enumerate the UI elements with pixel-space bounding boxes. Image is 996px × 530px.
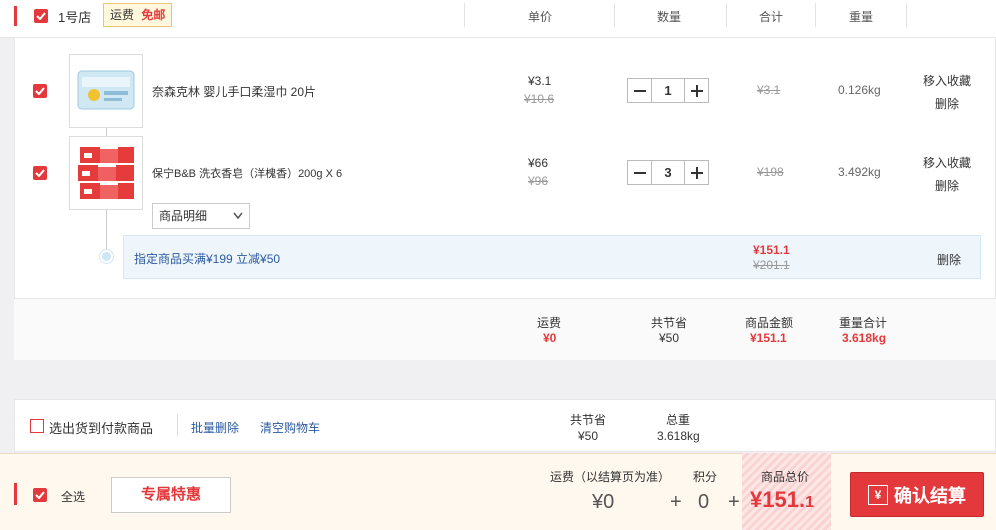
product-image[interactable] <box>69 136 143 210</box>
summary-amount-label: 商品金额 <box>745 316 794 330</box>
col-total: 合计 <box>759 10 784 24</box>
soap-package-icon <box>78 147 134 199</box>
header-divider <box>464 3 465 27</box>
footer-marker <box>14 483 17 505</box>
bar-saved-value: ¥50 <box>578 429 599 443</box>
product-image[interactable] <box>69 54 143 128</box>
item-name[interactable]: 保宁B&B 洗衣香皂（洋槐香）200g X 6 <box>152 165 342 181</box>
cod-label[interactable]: 选出货到付款商品 <box>49 418 153 437</box>
move-to-favorites-link[interactable]: 移入收藏 <box>923 154 971 171</box>
cod-checkbox[interactable] <box>30 419 44 433</box>
product-detail-dropdown[interactable]: 商品明细 <box>152 203 250 229</box>
footer-shipping-value: ¥0 <box>592 491 615 513</box>
store-checkbox[interactable] <box>34 9 48 23</box>
qty-decrease-button[interactable] <box>627 78 652 103</box>
points-label: 积分 <box>693 470 718 484</box>
checkout-button[interactable]: ¥ 确认结算 <box>850 472 984 517</box>
bar-saved-label: 共节省 <box>570 413 607 427</box>
qty-input[interactable]: 3 <box>652 160 684 185</box>
delete-item-link[interactable]: 删除 <box>935 177 959 194</box>
total-value: ¥151.1 <box>750 487 814 513</box>
shipping-badge-label: 运费 <box>110 8 135 22</box>
item-checkbox[interactable] <box>33 166 47 180</box>
summary-saved-value: ¥50 <box>659 331 680 345</box>
shipping-badge-value: 免邮 <box>141 8 166 22</box>
plus-sign: + <box>670 491 682 513</box>
total-decimal: 1 <box>805 494 814 511</box>
summary-shipping-value: ¥0 <box>543 331 557 345</box>
plus-sign: + <box>728 491 740 513</box>
header-divider <box>614 3 615 27</box>
col-price: 单价 <box>528 10 553 24</box>
batch-delete-link[interactable]: 批量删除 <box>191 419 239 436</box>
exclusive-deal-button[interactable]: 专属特惠 <box>111 477 231 513</box>
header-divider <box>815 3 816 27</box>
delete-item-link[interactable]: 删除 <box>935 95 959 112</box>
shipping-badge: 运费 免邮 <box>103 3 173 27</box>
summary-weight-label: 重量合计 <box>839 316 888 330</box>
item-price: ¥66 <box>528 156 549 170</box>
qty-decrease-button[interactable] <box>627 160 652 185</box>
summary-saved-label: 共节省 <box>651 316 688 330</box>
minus-icon <box>633 171 646 174</box>
item-price: ¥3.1 <box>528 74 552 88</box>
item-total: ¥3.1 <box>757 83 781 97</box>
header-divider <box>906 3 907 27</box>
plus-icon <box>690 166 703 179</box>
select-all-label[interactable]: 全选 <box>61 488 85 505</box>
summary-shipping-label: 运费 <box>537 316 562 330</box>
qty-increase-button[interactable] <box>684 78 709 103</box>
product-detail-label: 商品明细 <box>159 209 208 223</box>
promo-dot <box>100 250 113 263</box>
promo-orig-price: ¥201.1 <box>753 258 790 272</box>
points-value: 0 <box>698 491 710 513</box>
item-orig-price: ¥96 <box>528 174 549 188</box>
promo-price: ¥151.1 <box>753 243 790 257</box>
exclusive-deal-label: 专属特惠 <box>140 486 201 503</box>
checkout-label: 确认结算 <box>894 485 966 506</box>
col-qty: 数量 <box>657 10 682 24</box>
store-marker <box>14 6 17 26</box>
store-name[interactable]: 1号店 <box>58 7 91 26</box>
cart-actions-bar <box>14 399 996 452</box>
plus-icon <box>690 84 703 97</box>
header-divider <box>726 3 727 27</box>
item-checkbox[interactable] <box>33 84 47 98</box>
footer-shipping-label: 运费（以结算页为准） <box>550 470 671 484</box>
clear-cart-link[interactable]: 清空购物车 <box>260 419 320 436</box>
promo-delete-link[interactable]: 删除 <box>937 251 961 268</box>
item-weight: 0.126kg <box>838 83 881 97</box>
summary-amount-value: ¥151.1 <box>750 331 787 345</box>
bar-weight-value: 3.618kg <box>657 429 700 443</box>
total-main: ¥151. <box>750 487 806 512</box>
item-weight: 3.492kg <box>838 165 881 179</box>
item-name[interactable]: 奈森克林 婴儿手口柔湿巾 20片 <box>152 83 316 100</box>
yuan-icon: ¥ <box>868 484 888 505</box>
move-to-favorites-link[interactable]: 移入收藏 <box>923 72 971 89</box>
col-weight: 重量 <box>849 10 874 24</box>
wipes-package-icon <box>77 70 135 110</box>
chevron-down-icon <box>233 212 243 220</box>
item-total: ¥198 <box>757 165 784 179</box>
select-all-checkbox[interactable] <box>33 488 47 502</box>
total-label: 商品总价 <box>761 470 810 484</box>
bar-weight-label: 总重 <box>666 413 691 427</box>
qty-increase-button[interactable] <box>684 160 709 185</box>
summary-weight-value: 3.618kg <box>842 331 887 345</box>
actions-divider <box>177 414 178 436</box>
qty-input[interactable]: 1 <box>652 78 684 103</box>
promo-text[interactable]: 指定商品买满¥199 立减¥50 <box>134 250 280 267</box>
item-orig-price: ¥10.6 <box>524 92 555 106</box>
minus-icon <box>633 89 646 92</box>
